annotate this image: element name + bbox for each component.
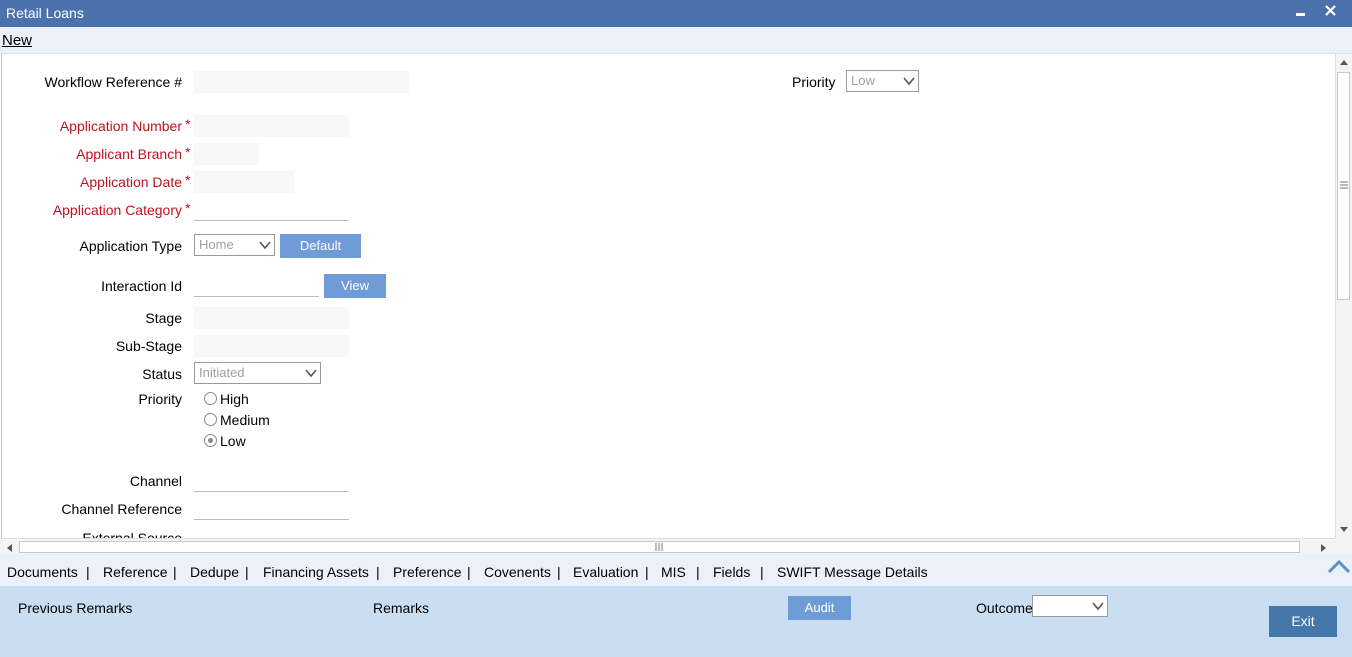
vertical-scroll-thumb[interactable] [1337,72,1350,300]
tab-covenents[interactable]: Covenents [484,564,551,580]
application-date-input[interactable] [194,171,294,193]
status-select[interactable]: Initiated [194,362,321,384]
horizontal-scrollbar[interactable] [0,538,1335,555]
sub-stage-label: Sub-Stage [115,338,182,354]
application-date-label: Application Date [80,174,182,190]
application-category-input[interactable] [194,199,349,221]
radio-button[interactable] [204,392,217,405]
window-title: Retail Loans [6,5,84,21]
default-button[interactable]: Default [280,234,361,258]
radio-button[interactable] [204,413,217,426]
application-type-label: Application Type [79,238,182,254]
required-star: * [185,116,191,132]
scroll-left-icon[interactable] [5,543,13,553]
priority-top-value: Low [851,73,875,88]
horizontal-scroll-thumb[interactable] [19,541,1300,553]
applicant-branch-label: Applicant Branch [76,146,182,162]
footer-panel: Previous Remarks Remarks Audit Outcome E… [0,586,1352,657]
chevron-down-icon [259,241,271,250]
chevron-down-icon [903,77,915,86]
radio-button-selected[interactable] [204,434,217,447]
outcome-label: Outcome [976,600,1033,616]
outcome-select[interactable] [1032,595,1108,617]
tab-financing-assets[interactable]: Financing Assets [263,564,369,580]
new-menu[interactable]: New [2,32,32,49]
grip-icon [1340,181,1348,189]
stage-input[interactable] [194,307,349,329]
main-form: Workflow Reference # Priority Low Applic… [1,54,1336,538]
tab-preference[interactable]: Preference [393,564,461,580]
tab-reference[interactable]: Reference [103,564,168,580]
tab-documents[interactable]: Documents [7,564,78,580]
radio-label: Medium [220,412,270,428]
scroll-corner [1335,538,1352,554]
priority-label: Priority [138,391,182,407]
tab-separator: | [376,564,380,580]
minimize-icon[interactable] [1292,2,1310,22]
tab-separator: | [696,564,700,580]
priority-radio-low[interactable]: Low [204,433,246,451]
application-type-value: Home [199,237,234,252]
workflow-reference-label: Workflow Reference # [44,74,182,90]
tabs-bar: Documents | Reference | Dedupe | Financi… [0,554,1352,586]
status-label: Status [142,366,182,382]
external-source-label: External Source [82,530,182,538]
radio-label: High [220,391,249,407]
tab-swift-message-details[interactable]: SWIFT Message Details [777,564,928,580]
application-type-select[interactable]: Home [194,234,275,256]
tab-separator: | [173,564,177,580]
stage-label: Stage [145,310,182,326]
tab-separator: | [86,564,90,580]
interaction-id-label: Interaction Id [101,278,182,294]
tab-separator: | [245,564,249,580]
channel-reference-label: Channel Reference [61,501,182,517]
application-number-label: Application Number [59,118,182,134]
tab-separator: | [557,564,561,580]
channel-reference-input[interactable] [194,498,349,520]
radio-label: Low [220,433,246,449]
applicant-branch-input[interactable] [194,143,259,165]
priority-radio-medium[interactable]: Medium [204,412,270,430]
application-category-label: Application Category [52,202,182,218]
remarks-link[interactable]: Remarks [373,600,429,616]
tab-evaluation[interactable]: Evaluation [573,564,638,580]
status-value: Initiated [199,365,245,380]
view-button[interactable]: View [324,274,386,298]
tab-mis[interactable]: MIS [661,564,686,580]
exit-button[interactable]: Exit [1269,606,1337,637]
priority-top-label: Priority [792,74,836,90]
channel-label: Channel [129,473,182,489]
required-star: * [185,172,191,188]
channel-input[interactable] [194,470,349,492]
previous-remarks-link[interactable]: Previous Remarks [18,600,132,616]
scroll-up-icon[interactable] [1339,58,1349,66]
close-icon[interactable] [1322,2,1340,22]
priority-radio-high[interactable]: High [204,391,249,409]
application-number-input[interactable] [194,115,349,137]
tab-fields[interactable]: Fields [713,564,750,580]
vertical-scrollbar[interactable] [1335,54,1352,538]
chevron-down-icon [1092,602,1104,611]
sub-stage-input[interactable] [194,335,349,357]
tab-dedupe[interactable]: Dedupe [190,564,239,580]
interaction-id-input[interactable] [194,275,319,297]
required-star: * [185,200,191,216]
chevron-up-icon[interactable] [1327,559,1351,575]
tab-separator: | [760,564,764,580]
workflow-reference-input[interactable] [194,71,409,93]
title-bar: Retail Loans [0,0,1352,27]
menu-bar: New [0,27,1352,54]
required-star: * [185,144,191,160]
audit-button[interactable]: Audit [788,596,851,620]
tab-separator: | [467,564,471,580]
scroll-down-icon[interactable] [1339,526,1349,534]
priority-top-select[interactable]: Low [846,70,919,92]
chevron-down-icon [305,369,317,378]
scroll-right-icon[interactable] [1320,543,1328,553]
tab-separator: | [645,564,649,580]
grip-icon [655,543,663,551]
